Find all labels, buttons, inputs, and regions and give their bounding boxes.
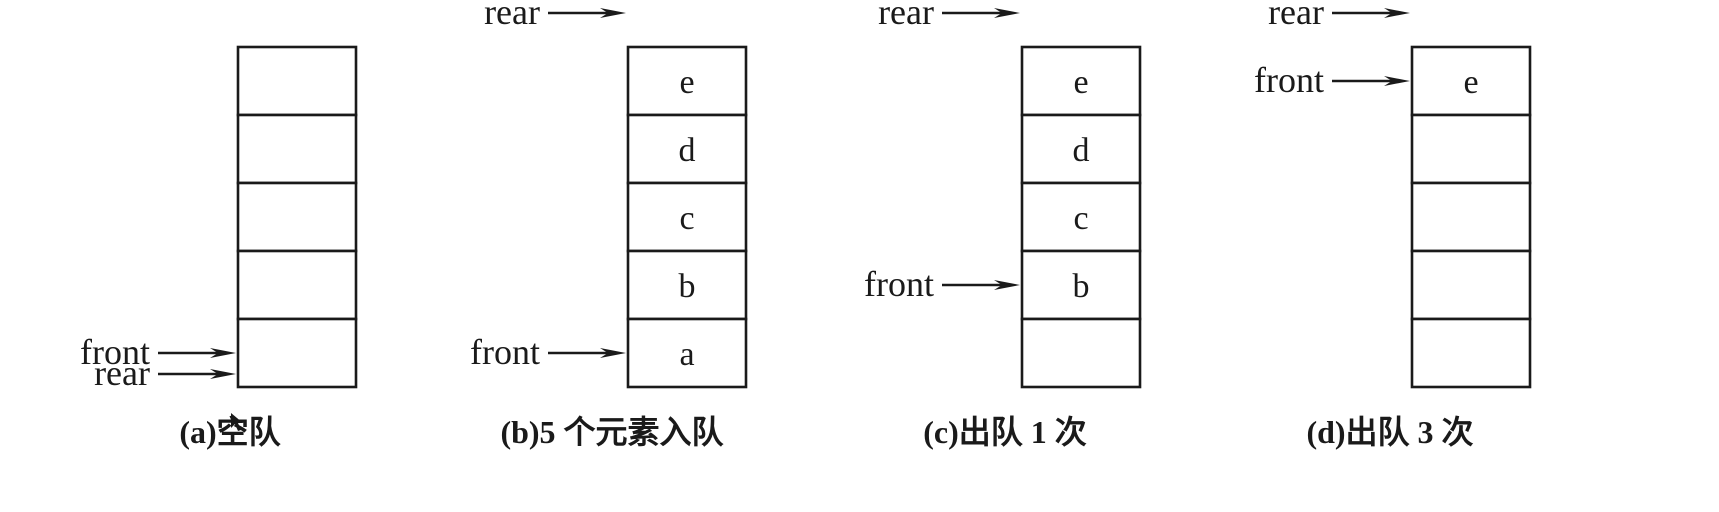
cell-value: b (1073, 268, 1090, 305)
panel-2: edcba rear front (b)5 个元素入队 (470, 0, 748, 450)
cell-value: d (1073, 132, 1090, 169)
queue-cell (236, 249, 358, 321)
queue-cell (236, 181, 358, 253)
cell-value: e (1073, 64, 1088, 101)
panel-caption: (a)空队 (179, 414, 281, 450)
pointer-label-front: front (470, 332, 540, 372)
panel-4: e rear front (d)出队 3 次 (1254, 0, 1532, 450)
panel-caption: (c)出队 1 次 (923, 414, 1087, 450)
panel-3: edcb rear front (c)出队 1 次 (864, 0, 1142, 450)
cell-value: c (679, 200, 694, 237)
queue-cell (1020, 317, 1142, 389)
panel-1: frontrear(a)空队 (80, 45, 358, 450)
queue-cell (1410, 181, 1532, 253)
panel-caption: (b)5 个元素入队 (500, 414, 724, 450)
queue-cell (236, 113, 358, 185)
queue-diagram: frontrear(a)空队edcbarearfront(b)5 个元素入队ed… (80, 0, 1532, 450)
pointer-label-front: front (1254, 60, 1324, 100)
pointer-label-rear: rear (94, 353, 150, 393)
cell-value: e (679, 64, 694, 101)
queue-cell (1410, 249, 1532, 321)
panels-layer: frontrear(a)空队edcbarearfront(b)5 个元素入队ed… (80, 0, 1532, 450)
cell-value: c (1073, 200, 1088, 237)
pointer-label-rear: rear (1268, 0, 1324, 32)
pointer-label-front: front (864, 264, 934, 304)
queue-cell (1410, 317, 1532, 389)
pointer-label-rear: rear (878, 0, 934, 32)
queue-cell (236, 45, 358, 117)
panel-caption: (d)出队 3 次 (1306, 414, 1473, 450)
queue-cell (236, 317, 358, 389)
cell-value: b (679, 268, 696, 305)
pointer-label-rear: rear (484, 0, 540, 32)
queue-cell (1410, 113, 1532, 185)
cell-value: e (1463, 64, 1478, 101)
cell-value: d (679, 132, 696, 169)
cell-value: a (679, 336, 694, 373)
